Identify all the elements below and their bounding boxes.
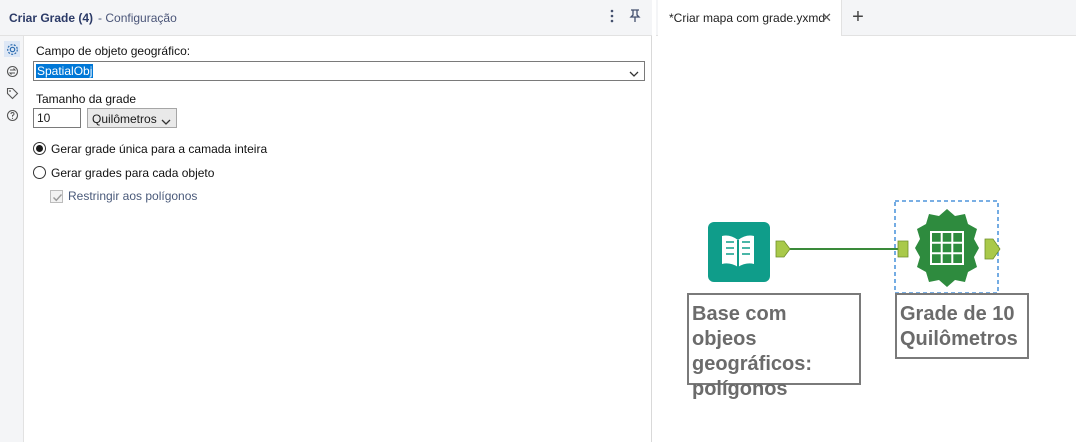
input-tool-annotation: Base com objeos geográficos: polígonos bbox=[687, 293, 861, 400]
settings-arrows-icon[interactable] bbox=[4, 63, 20, 79]
close-icon[interactable]: ✕ bbox=[821, 10, 832, 26]
grid-size-input[interactable]: 10 bbox=[33, 108, 81, 128]
radio-grid-per-object-label[interactable]: Gerar grades para cada objeto bbox=[51, 166, 214, 180]
chevron-down-icon bbox=[161, 115, 171, 129]
tag-icon[interactable] bbox=[4, 85, 20, 101]
radio-grid-per-object[interactable] bbox=[33, 166, 46, 179]
restrict-polygons-label: Restringir aos polígonos bbox=[68, 189, 198, 203]
annotation-line: geográficos: bbox=[692, 353, 813, 375]
tab-bar: *Criar mapa com grade.yxmd ✕ + bbox=[656, 0, 1076, 36]
annotation-line: Quilômetros bbox=[900, 328, 1018, 350]
grid-unit-select[interactable]: Quilômetros bbox=[87, 108, 177, 128]
tab-label: *Criar mapa com grade.yxmd bbox=[669, 11, 826, 25]
annotation-line: Grade de 10 bbox=[900, 303, 1015, 325]
grid-tool-annotation: Grade de 10 Quilômetros bbox=[895, 293, 1029, 359]
annotation-line: polígonos bbox=[692, 378, 788, 400]
grid-unit-value: Quilômetros bbox=[92, 112, 157, 126]
plus-icon[interactable]: + bbox=[848, 6, 868, 28]
side-rail bbox=[0, 36, 24, 442]
help-icon[interactable] bbox=[4, 107, 20, 123]
panel-subtitle: - Configuração bbox=[98, 10, 177, 25]
input-anchor[interactable] bbox=[897, 240, 909, 258]
radio-single-grid-label[interactable]: Gerar grade única para a camada inteira bbox=[51, 142, 267, 156]
chevron-down-icon bbox=[629, 67, 639, 81]
output-anchor[interactable] bbox=[775, 240, 791, 258]
annotation-line: Base com objeos bbox=[692, 303, 787, 350]
grid-tool[interactable] bbox=[897, 209, 1001, 287]
restrict-polygons-checkbox[interactable] bbox=[50, 190, 63, 203]
grid-size-label: Tamanho da grade bbox=[36, 92, 137, 106]
spatial-field-value: SpatialObj bbox=[36, 64, 94, 78]
radio-single-grid[interactable] bbox=[33, 142, 46, 155]
configuration-panel: Criar Grade (4) - Configuração Campo de … bbox=[0, 0, 652, 442]
panel-title: Criar Grade (4) bbox=[9, 10, 94, 25]
spatial-field-select[interactable]: SpatialObj bbox=[33, 61, 645, 81]
kebab-icon[interactable] bbox=[604, 9, 620, 27]
spatial-field-label: Campo de objeto geográfico: bbox=[36, 44, 191, 58]
workflow-canvas[interactable]: Base com objeos geográficos: polígonos G… bbox=[656, 36, 1076, 442]
gear-icon[interactable] bbox=[4, 41, 20, 57]
tab-workflow[interactable]: *Criar mapa com grade.yxmd ✕ bbox=[658, 0, 842, 36]
pin-icon[interactable] bbox=[627, 9, 643, 27]
workflow-pane: *Criar mapa com grade.yxmd ✕ + Base com … bbox=[656, 0, 1076, 442]
grid-icon bbox=[915, 209, 979, 287]
panel-header: Criar Grade (4) - Configuração bbox=[0, 0, 652, 36]
input-tool[interactable] bbox=[708, 222, 791, 282]
